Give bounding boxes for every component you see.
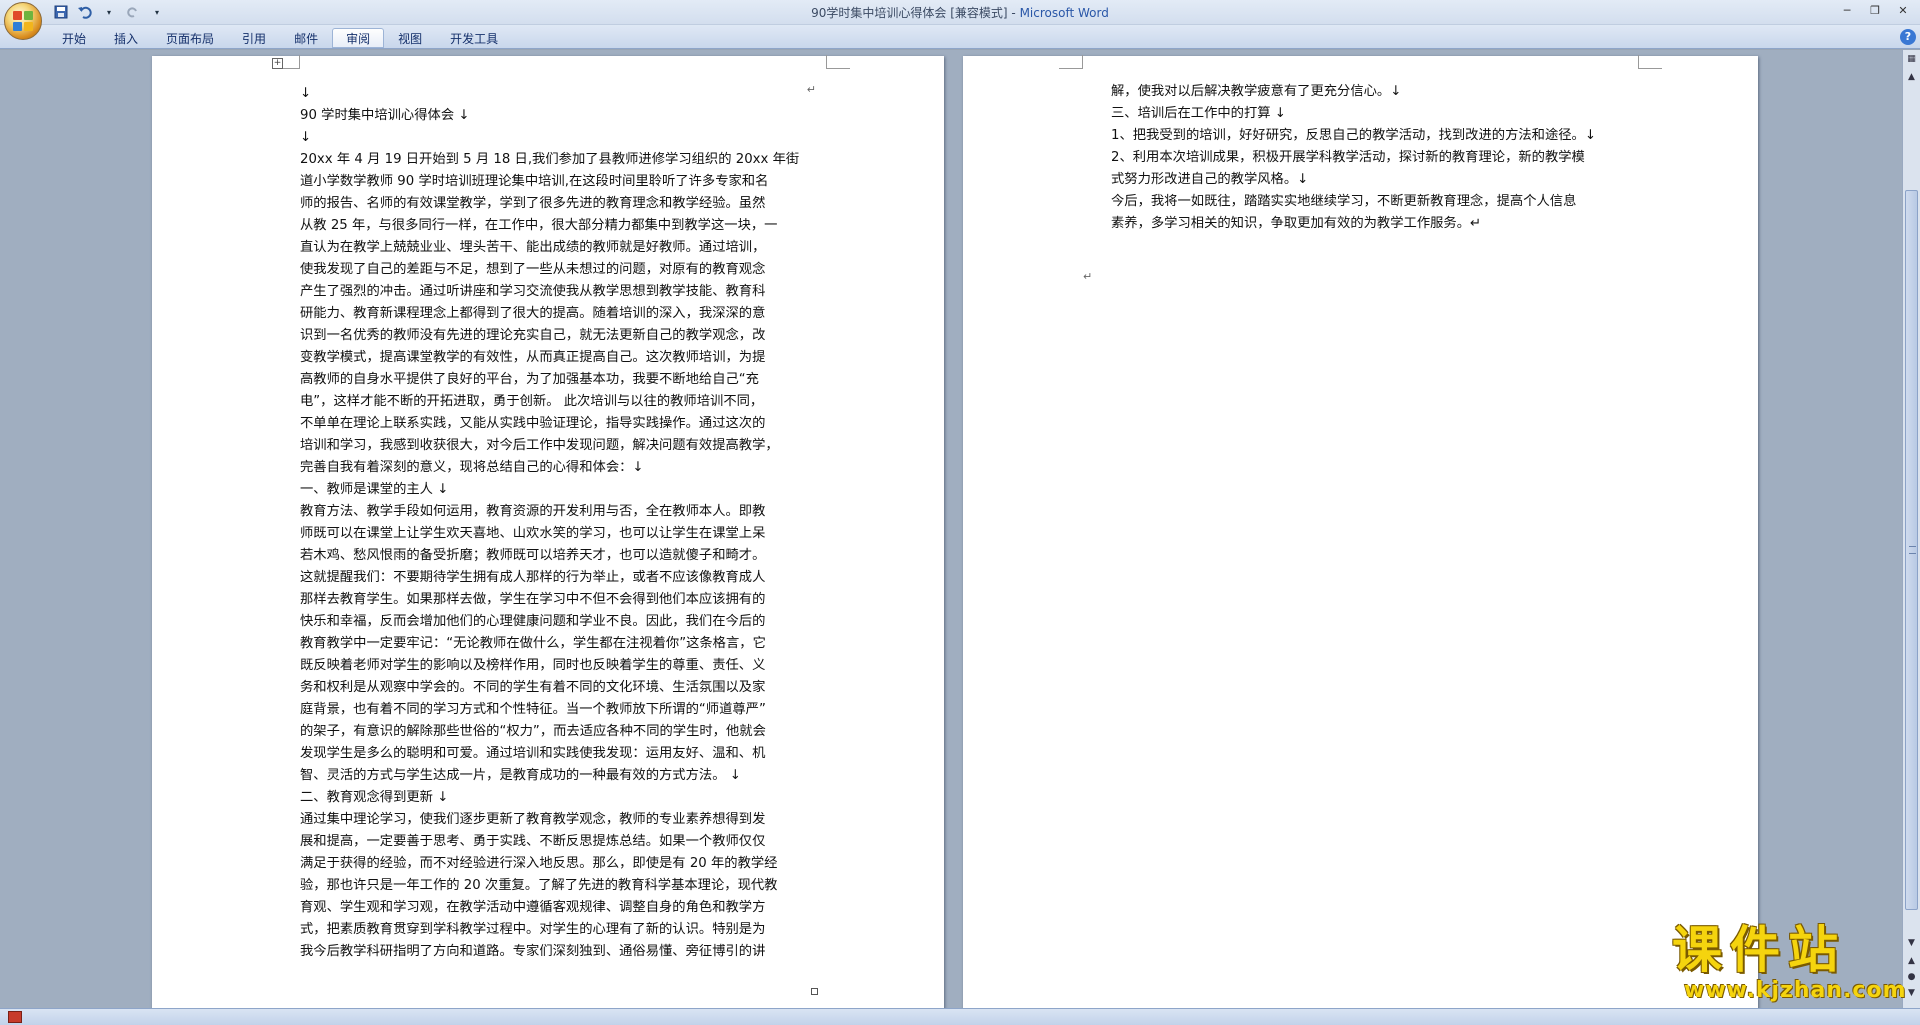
watermark-logo: 课件站 www.kjzhan.com bbox=[1672, 921, 1907, 1008]
text-line[interactable]: 这就提醒我们：不要期待学生拥有成人那样的行为举止，或者不应该像教育成人 bbox=[300, 567, 800, 589]
maximize-icon[interactable]: ❐ bbox=[1862, 2, 1888, 20]
minimize-icon[interactable]: ─ bbox=[1834, 2, 1860, 20]
watermark-title: 课件站 bbox=[1672, 921, 1846, 979]
text-line[interactable]: 师的报告、名师的有效课堂教学，学到了很多先进的教育理念和教学经验。虽然 bbox=[300, 193, 800, 215]
text-line[interactable]: 从教 25 年，与很多同行一样，在工作中，很大部分精力都集中到教学这一块，一 bbox=[300, 215, 800, 237]
text-line[interactable]: 高教师的自身水平提供了良好的平台，为了加强基本功，我要不断地给自己“充 bbox=[300, 369, 800, 391]
text-line[interactable]: 快乐和幸福，反而会增加他们的心理健康问题和学业不良。因此，我们在今后的 bbox=[300, 611, 800, 633]
text-line[interactable]: 育观、学生观和学习观，在教学活动中遵循客观规律、调整自身的角色和教学方 bbox=[300, 897, 800, 919]
watermark-url: www.kjzhan.com bbox=[1684, 978, 1907, 1003]
scroll-down-icon[interactable]: ▼ bbox=[1904, 936, 1919, 951]
text-line[interactable]: 培训和学习，我感到收获很大，对今后工作中发现问题，解决问题有效提高教学， bbox=[300, 435, 800, 457]
status-bar bbox=[0, 1008, 1920, 1025]
page-bottom-mark bbox=[811, 988, 818, 995]
ruler-toggle-icon[interactable]: ▦ bbox=[1904, 52, 1919, 67]
text-line[interactable]: 务和权利是从观察中学会的。不同的学生有着不同的文化环境、生活氛围以及家 bbox=[300, 677, 800, 699]
text-line[interactable]: 满足于获得的经验，而不对经验进行深入地反思。那么，即使是有 20 年的教学经 bbox=[300, 853, 800, 875]
text-line[interactable]: 识到一名优秀的教师没有先进的理论充实自己，就无法更新自己的教学观念，改 bbox=[300, 325, 800, 347]
text-line[interactable]: 解，使我对以后解决教学疲意有了更充分信心。↓ bbox=[1111, 81, 1631, 103]
text-line[interactable]: 二、教育观念得到更新 ↓ bbox=[300, 787, 800, 809]
text-line[interactable]: 不单单在理论上联系实践，又能从实践中验证理论，指导实践操作。通过这次的 bbox=[300, 413, 800, 435]
text-line[interactable]: 直认为在教学上兢兢业业、埋头苦干、能出成绩的教师就是好教师。通过培训， bbox=[300, 237, 800, 259]
text-line[interactable]: 2、利用本次培训成果，积极开展学科教学活动，探讨新的教育理论，新的教学模 bbox=[1111, 147, 1631, 169]
window-controls: ─ ❐ ✕ bbox=[1834, 2, 1916, 20]
page-corner-mark bbox=[1638, 55, 1662, 69]
app-name: Microsoft Word bbox=[1019, 6, 1109, 20]
tab-mailings[interactable]: 邮件 bbox=[280, 28, 332, 48]
text-line[interactable]: 使我发现了自己的差距与不足，想到了一些从未想过的问题，对原有的教育观念 bbox=[300, 259, 800, 281]
text-line[interactable]: 今后，我将一如既往，踏踏实实地继续学习，不断更新教育理念，提高个人信息 bbox=[1111, 191, 1631, 213]
text-line[interactable]: 智、灵活的方式与学生达成一片，是教育成功的一种最有效的方式方法。 ↓ bbox=[300, 765, 800, 787]
help-icon[interactable]: ? bbox=[1900, 29, 1916, 45]
tab-view[interactable]: 视图 bbox=[384, 28, 436, 48]
text-line[interactable]: 验，那也许只是一年工作的 20 次重复。了解了先进的教育科学基本理论，现代教 bbox=[300, 875, 800, 897]
text-line[interactable]: 式努力形改进自己的教学风格。↓ bbox=[1111, 169, 1631, 191]
text-line[interactable]: 的架子，有意识的解除那些世俗的“权力”，而去适应各种不同的学生时，他就会 bbox=[300, 721, 800, 743]
paragraph-mark: ↵ bbox=[806, 83, 816, 96]
text-line[interactable]: 1、把我受到的培训，好好研究，反思自己的教学活动，找到改进的方法和途径。↓ bbox=[1111, 125, 1631, 147]
text-line[interactable]: 90 学时集中培训心得体会 ↓ bbox=[300, 105, 800, 127]
text-line[interactable]: 那样去教育学生。如果那样去做，学生在学习中不但不会得到他们本应该拥有的 bbox=[300, 589, 800, 611]
ribbon-tabs: 开始 插入 页面布局 引用 邮件 审阅 视图 开发工具 bbox=[48, 28, 512, 48]
text-line[interactable]: 素养，多学习相关的知识，争取更加有效的为教学工作服务。↵ bbox=[1111, 213, 1631, 235]
document-workspace[interactable]: + ↓ 90 学时集中培训心得体会 ↓ ↓ 20xx 年 4 月 19 日开始到 5 … bbox=[0, 50, 1902, 1008]
text-line[interactable]: 庭背景，也有着不同的学习方式和个性特征。当一个教师放下所谓的“师道尊严” bbox=[300, 699, 800, 721]
tab-references[interactable]: 引用 bbox=[228, 28, 280, 48]
office-logo-icon bbox=[12, 10, 34, 32]
close-icon[interactable]: ✕ bbox=[1890, 2, 1916, 20]
text-line[interactable]: 电”，这样才能不断的开拓进取，勇于创新。 此次培训与以往的教师培训不同， bbox=[300, 391, 800, 413]
scroll-up-icon[interactable]: ▲ bbox=[1904, 70, 1919, 85]
text-line[interactable]: 研能力、教育新课程理念上都得到了很大的提高。随着培训的深入，我深深的意 bbox=[300, 303, 800, 325]
document-page-2[interactable]: 解，使我对以后解决教学疲意有了更充分信心。↓ 三、培训后在工作中的打算 ↓ 1、把我… bbox=[963, 55, 1758, 1008]
text-line[interactable]: 师既可以在课堂上让学生欢天喜地、山欢水笑的学习，也可以让学生在课堂上呆 bbox=[300, 523, 800, 545]
tab-page-layout[interactable]: 页面布局 bbox=[152, 28, 228, 48]
text-line[interactable]: 一、教师是课堂的主人 ↓ bbox=[300, 479, 800, 501]
text-line[interactable]: 式，把素质教育贯穿到学科教学过程中。对学生的心理有了新的认识。特别是为 bbox=[300, 919, 800, 941]
text-line[interactable]: 我今后教学科研指明了方向和道路。专家们深刻独到、通俗易懂、旁征博引的讲 bbox=[300, 941, 800, 963]
text-line[interactable]: 教育教学中一定要牢记：“无论教师在做什么，学生都在注视着你”这条格言，它 bbox=[300, 633, 800, 655]
scrollbar-thumb[interactable] bbox=[1905, 190, 1918, 910]
text-line[interactable]: 产生了强烈的冲击。通过听讲座和学习交流使我从教学思想到教学技能、教育科 bbox=[300, 281, 800, 303]
text-line[interactable]: 通过集中理论学习，使我们逐步更新了教育教学观念，教师的专业素养想得到发 bbox=[300, 809, 800, 831]
office-button[interactable] bbox=[4, 2, 42, 40]
text-line[interactable]: 完善自我有着深刻的意义，现将总结自己的心得和体会：↓ bbox=[300, 457, 800, 479]
text-line[interactable]: 发现学生是多么的聪明和可爱。通过培训和实践使我发现：运用友好、温和、机 bbox=[300, 743, 800, 765]
page-corner-mark bbox=[1059, 55, 1083, 69]
text-line[interactable]: ↓ bbox=[300, 127, 800, 149]
document-page-1[interactable]: + ↓ 90 学时集中培训心得体会 ↓ ↓ 20xx 年 4 月 19 日开始到 5 … bbox=[152, 55, 944, 1008]
tab-insert[interactable]: 插入 bbox=[100, 28, 152, 48]
window-title: 90学时集中培训心得体会 [兼容模式] - Microsoft Word bbox=[0, 4, 1920, 21]
table-move-handle-icon[interactable]: + bbox=[272, 58, 283, 69]
tab-developer[interactable]: 开发工具 bbox=[436, 28, 512, 48]
vertical-scrollbar[interactable]: ▦ ▲ ▼ ▲ ● ▼ bbox=[1902, 50, 1920, 1008]
ribbon: 开始 插入 页面布局 引用 邮件 审阅 视图 开发工具 ? bbox=[0, 25, 1920, 49]
text-line[interactable]: ↓ bbox=[300, 83, 800, 105]
document-title: 90学时集中培训心得体会 [兼容模式] - bbox=[811, 6, 1020, 20]
tab-review[interactable]: 审阅 bbox=[332, 28, 385, 48]
text-line[interactable]: 道小学数学教师 90 学时培训班理论集中培训,在这段时间里聆听了许多专家和名 bbox=[300, 171, 800, 193]
page-2-body-text[interactable]: 解，使我对以后解决教学疲意有了更充分信心。↓ 三、培训后在工作中的打算 ↓ 1、把我… bbox=[1111, 81, 1631, 235]
paragraph-mark: ↵ bbox=[1083, 270, 1093, 283]
page-corner-mark bbox=[826, 55, 850, 69]
text-line[interactable]: 变教学模式，提高课堂教学的有效性，从而真正提高自己。这次教师培训，为提 bbox=[300, 347, 800, 369]
text-line[interactable]: 若木鸡、愁风恨雨的备受折磨；教师既可以培养天才，也可以造就傻子和畸才。 bbox=[300, 545, 800, 567]
page-1-body-text[interactable]: ↓ 90 学时集中培训心得体会 ↓ ↓ 20xx 年 4 月 19 日开始到 5 月 … bbox=[300, 83, 800, 963]
text-line[interactable]: 三、培训后在工作中的打算 ↓ bbox=[1111, 103, 1631, 125]
macro-recording-icon[interactable] bbox=[8, 1011, 22, 1023]
title-bar: ▾ ▾ 90学时集中培训心得体会 [兼容模式] - Microsoft Word… bbox=[0, 0, 1920, 25]
tab-home[interactable]: 开始 bbox=[48, 28, 100, 48]
text-line[interactable]: 既反映着老师对学生的影响以及榜样作用，同时也反映着学生的尊重、责任、义 bbox=[300, 655, 800, 677]
text-line[interactable]: 展和提高，一定要善于思考、勇于实践、不断反思提炼总结。如果一个教师仅仅 bbox=[300, 831, 800, 853]
scrollbar-grip bbox=[1909, 546, 1916, 554]
text-line[interactable]: 20xx 年 4 月 19 日开始到 5 月 18 日,我们参加了县教师进修学习… bbox=[300, 149, 800, 171]
text-line[interactable]: 教育方法、教学手段如何运用，教育资源的开发利用与否，全在教师本人。即教 bbox=[300, 501, 800, 523]
previous-page-icon[interactable]: ▲ bbox=[1904, 954, 1919, 969]
